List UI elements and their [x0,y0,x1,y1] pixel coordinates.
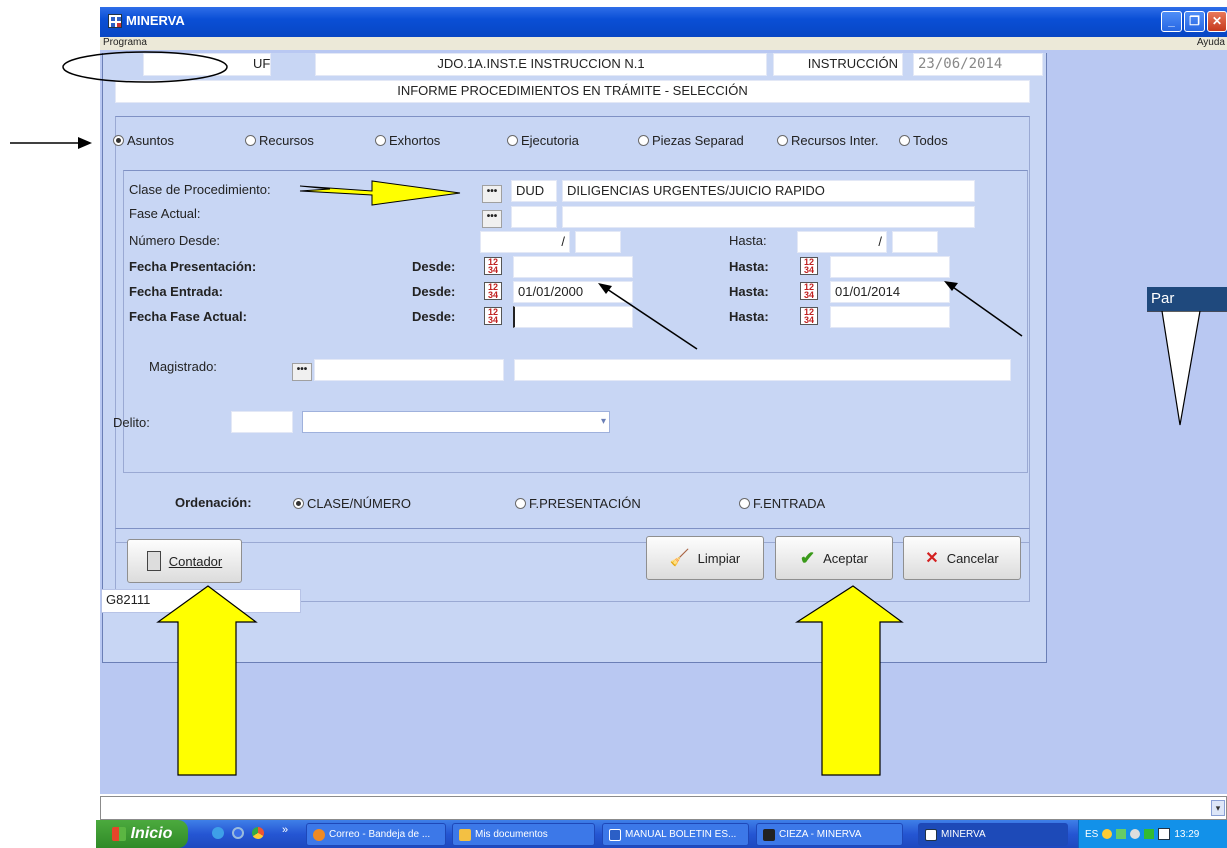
callout-box: Par [1147,287,1227,311]
arrow-line [603,286,698,350]
yellow-arrow-right [299,180,461,206]
annotation-overlay [10,51,1227,776]
callout-tail [1147,310,1227,426]
arrow-head-right [78,137,92,149]
yellow-arrow-up [156,585,258,776]
arrow-head-up-left [598,283,612,294]
yellow-arrow-up [794,585,904,776]
highlight-ellipse [62,51,228,83]
arrow-line [949,284,1023,337]
